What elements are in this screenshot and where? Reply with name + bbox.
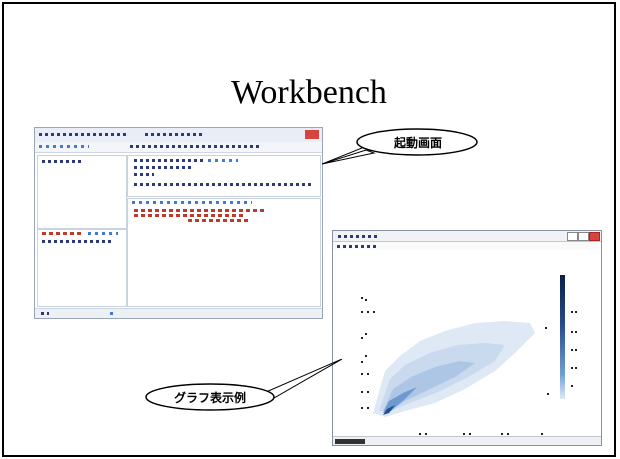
- ide-outline-pane: [37, 229, 127, 307]
- graph-screenshot: [332, 230, 602, 446]
- startup-callout-label: 起動画面: [393, 136, 442, 150]
- color-scale-ticks: [571, 311, 577, 387]
- graph-callout-label: グラフ表示例: [173, 391, 246, 405]
- status-button: [335, 439, 365, 444]
- close-icon: [305, 130, 319, 139]
- hexbin-plot: [361, 297, 549, 435]
- graph-titlebar: [333, 231, 601, 242]
- ide-titlebar: [35, 128, 322, 143]
- slide: Workbench 起動画面 グラフ表示例: [2, 2, 616, 457]
- ide-console-pane: [127, 198, 321, 307]
- slide-title: Workbench: [231, 74, 387, 111]
- ide-statusbar: [35, 308, 322, 318]
- graph-menubar: [333, 242, 601, 250]
- close-icon: [589, 232, 600, 241]
- color-scale-bar: [560, 275, 565, 399]
- startup-screenshot: [34, 127, 323, 319]
- ide-editor-pane: [127, 155, 321, 197]
- graph-statusbar: [333, 436, 601, 445]
- density-cloud: [373, 321, 535, 417]
- ide-project-pane: [37, 155, 127, 229]
- minimize-icon: [567, 232, 578, 241]
- ide-toolbar: [35, 142, 322, 153]
- maximize-icon: [578, 232, 589, 241]
